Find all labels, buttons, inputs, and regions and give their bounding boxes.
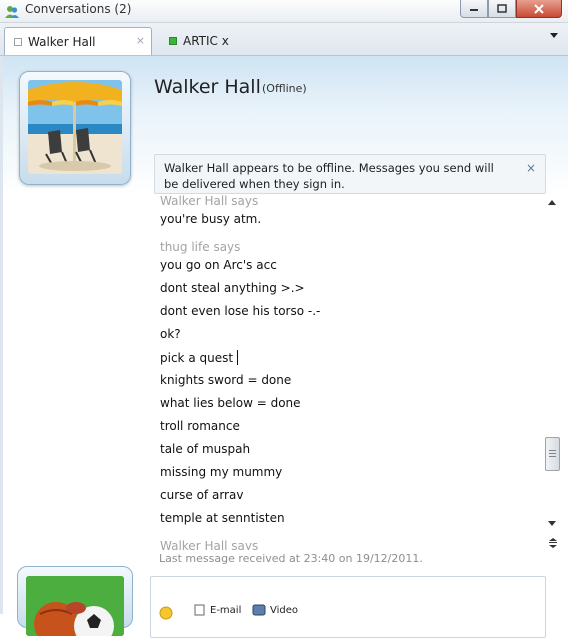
- tab-label: ARTIC x: [183, 33, 229, 48]
- tab-close-icon[interactable]: ×: [136, 34, 145, 47]
- history-scrollbar[interactable]: [545, 196, 560, 548]
- title-bar: Conversations (2): [0, 0, 568, 23]
- sports-balls-picture: [26, 576, 124, 636]
- grip-line: [549, 450, 556, 451]
- message-line: you're busy atm.: [160, 212, 262, 226]
- offline-notice-text: Walker Hall appears to be offline. Messa…: [164, 161, 494, 191]
- scroll-thumb[interactable]: [545, 437, 560, 471]
- message-line: you go on Arc's acc: [160, 258, 277, 272]
- email-button[interactable]: E-mail: [194, 604, 241, 616]
- tab-artic[interactable]: ARTIC x: [160, 27, 310, 54]
- message-line: dont steal anything >.>: [160, 281, 305, 295]
- message-line: temple at senntisten: [160, 511, 285, 525]
- grip-line: [549, 456, 556, 457]
- message-line: dont even lose his torso -.-: [160, 304, 321, 318]
- tab-label: Walker Hall: [28, 34, 96, 49]
- message-line: what lies below = done: [160, 396, 301, 410]
- beach-chairs-picture: [28, 80, 122, 174]
- close-window-button[interactable]: [516, 0, 562, 18]
- offline-status-icon: [14, 37, 22, 46]
- text-caret: [237, 350, 239, 365]
- maximize-icon: [497, 4, 507, 13]
- tab-walker-hall[interactable]: Walker Hall ×: [4, 27, 152, 55]
- message-line: missing my mummy: [160, 465, 283, 479]
- contact-name: Walker Hall: [154, 76, 261, 98]
- last-message-status: Last message received at 23:40 on 19/12/…: [159, 552, 423, 565]
- close-icon: [534, 3, 544, 14]
- offline-notice: Walker Hall appears to be offline. Messa…: [154, 154, 546, 194]
- sender-name: Walker Hall says: [160, 194, 259, 208]
- scroll-down-icon[interactable]: [548, 521, 556, 526]
- tab-dropdown-icon[interactable]: [550, 33, 558, 38]
- message-line: knights sword = done: [160, 373, 292, 387]
- window-title: Conversations (2): [25, 2, 132, 16]
- compose-toolbar: E-mail Video: [150, 604, 544, 620]
- message-line: troll romance: [160, 419, 240, 433]
- grip-line: [549, 453, 556, 454]
- minimize-icon: [470, 8, 478, 11]
- message-line: tale of muspah: [160, 442, 251, 456]
- tab-bar: Walker Hall × ARTIC x: [0, 23, 568, 56]
- video-icon: [252, 604, 266, 616]
- contact-status: (Offline): [262, 82, 307, 95]
- message-text: pick a quest: [160, 351, 234, 365]
- maximize-button[interactable]: [488, 0, 516, 18]
- close-notice-icon[interactable]: ×: [526, 161, 536, 175]
- messenger-icon: [5, 6, 19, 18]
- own-avatar[interactable]: [17, 566, 133, 636]
- sender-name: thug life says: [160, 240, 241, 254]
- left-divider: [0, 56, 3, 614]
- message-line: curse of arrav: [160, 488, 244, 502]
- scroll-up-icon[interactable]: [548, 200, 556, 205]
- expand-icon[interactable]: [548, 538, 558, 548]
- video-button[interactable]: Video: [252, 604, 298, 616]
- sender-name: Walker Hall says: [160, 539, 259, 550]
- contact-avatar[interactable]: [19, 71, 131, 185]
- conversation-history[interactable]: Walker Hall says you're busy atm. thug l…: [150, 194, 544, 550]
- online-status-icon: [169, 36, 177, 45]
- message-line: pick a quest: [160, 350, 239, 365]
- minimize-button[interactable]: [460, 0, 488, 18]
- emoticon-icon[interactable]: [159, 606, 173, 620]
- email-icon: [194, 604, 205, 616]
- message-line: ok?: [160, 327, 181, 341]
